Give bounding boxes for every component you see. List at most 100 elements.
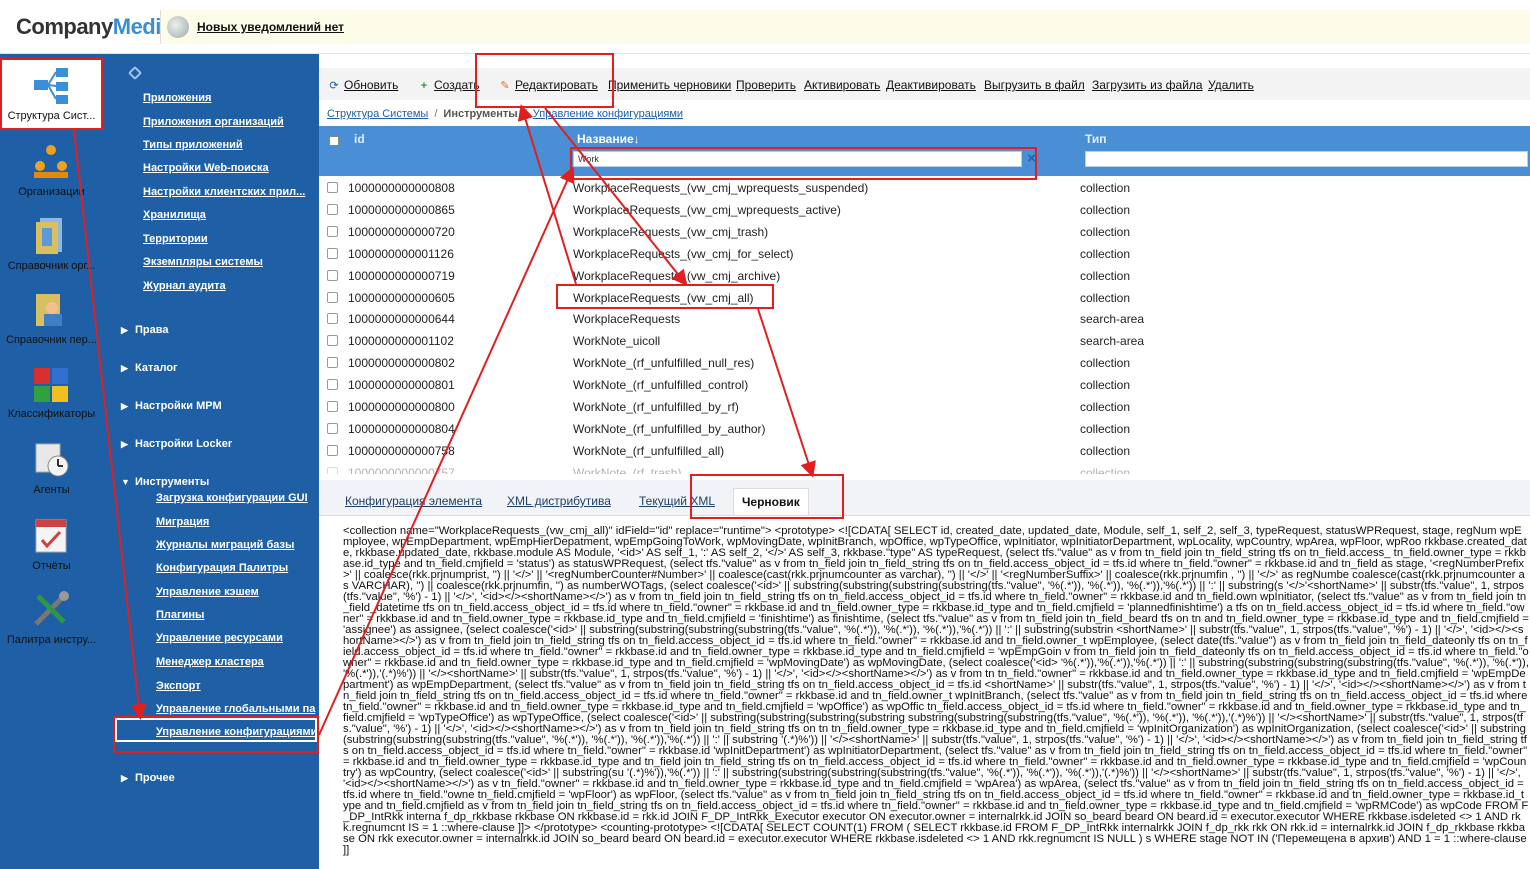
breadcrumb-tools: Инструменты [443,108,518,120]
nav-organizations[interactable]: Организации [0,136,103,208]
nav-group-rights[interactable]: ▶ Права [121,324,168,336]
nav-tool-export[interactable]: Экспорт [156,680,201,692]
nav-group-mrm[interactable]: ▶ Настройки МРМ [121,400,222,412]
column-header-type[interactable]: Тип [1085,132,1107,146]
row-checkbox[interactable] [327,401,338,412]
nav-tool-config-management[interactable]: Управление конфигурациями [156,726,317,738]
tab-draft[interactable]: Черновик [733,488,809,515]
nav-link-storages[interactable]: Хранилища [143,209,206,221]
breadcrumb-config-management[interactable]: Управление конфигурациями [533,108,683,120]
row-checkbox[interactable] [327,466,338,474]
company-logo[interactable]: CompanyMedia [16,14,173,40]
table-row[interactable]: 1000000000000801 WorkNote_(rf_unfulfilled… [319,374,1530,396]
nav-link-applications[interactable]: Приложения [143,92,211,104]
row-checkbox[interactable] [327,357,338,369]
import-file-button[interactable]: Загрузить из файла [1092,78,1203,92]
nav-group-tools[interactable]: ▼ Инструменты [121,476,209,488]
deactivate-button[interactable]: Деактивировать [886,78,976,92]
cell-name: WorkplaceRequests_(vw_cmj_trash) [573,224,769,239]
tab-distribution-xml[interactable]: XML дистрибутива [507,494,611,508]
nav-tool-migration[interactable]: Миграция [156,516,209,528]
cell-type: collection [1080,400,1131,414]
nav-tool-palette[interactable]: Палитра инстру... [0,584,103,656]
create-button[interactable]: + Создать [417,78,480,92]
nav-tool-palette-config[interactable]: Конфигурация Палитры [156,562,288,574]
nav-group-other[interactable]: ▶ Прочее [121,772,175,784]
table-row[interactable]: 1000000000000644 WorkplaceRequests search-… [319,308,1530,330]
cell-type: collection [1080,465,1131,474]
check-button[interactable]: Проверить [736,78,796,92]
row-checkbox[interactable] [327,379,338,391]
table-row[interactable]: 1000000000000758 WorkNote_(rf_unfulfilled… [319,440,1530,462]
table-row[interactable]: 1000000000001102 WorkNote_uicoll search-ar… [319,330,1530,352]
nav-tool-plugins[interactable]: Плагины [156,609,204,621]
xml-draft-content[interactable]: <collection name="WorkplaceRequests_(vw_… [343,526,1529,869]
nav-classifiers[interactable]: Классификаторы [0,358,103,430]
table-row[interactable]: 1000000000000865 WorkplaceRequests_(vw_cm… [319,199,1530,221]
edit-button[interactable]: ✎ Редактировать [498,78,598,92]
apply-drafts-button[interactable]: Применить черновики [608,78,731,92]
nav-link-web-search[interactable]: Настройки Web-поиска [143,162,269,174]
nav-agents[interactable]: Агенты [0,434,103,506]
nav-group-locker[interactable]: ▶ Настройки Locker [121,438,232,450]
table-row[interactable]: 1000000000000804 WorkNote_(rf_unfulfilled… [319,418,1530,440]
table-row[interactable]: 1000000000000720 WorkplaceRequests_(vw_cm… [319,221,1530,243]
nav-tool-resources[interactable]: Управление ресурсами [156,632,283,644]
nav-link-org-applications[interactable]: Приложения организаций [143,116,284,128]
cell-type: collection [1080,181,1131,195]
nav-link-client-app-settings[interactable]: Настройки клиентских прил... [143,186,305,198]
table-row[interactable]: 1000000000000605 WorkplaceRequests_(vw_cm… [319,287,1530,309]
table-row[interactable]: 1000000000001126 WorkplaceRequests_(vw_cm… [319,243,1530,265]
table-row[interactable]: 1000000000000808 WorkplaceRequests_(vw_cm… [319,177,1530,199]
nav-tool-migration-logs[interactable]: Журналы миграций базы [156,539,294,551]
nav-person-directory[interactable]: Справочник пер... [0,284,103,356]
row-checkbox[interactable] [327,269,338,281]
refresh-button[interactable]: ⟳ Обновить [327,78,398,92]
cell-type: collection [1080,421,1131,436]
name-filter-input[interactable]: Work [573,151,1022,167]
cell-id: 1000000000000644 [348,312,455,327]
nav-tool-gui-config[interactable]: Загрузка конфигурации GUI [156,492,308,504]
chevron-right-icon: ▶ [121,325,128,335]
cell-id: 1000000000000802 [348,356,455,371]
type-filter-input[interactable] [1085,151,1528,167]
column-header-id[interactable]: id [354,132,365,146]
nav-link-audit-log[interactable]: Журнал аудита [143,280,226,292]
cell-type: collection [1080,268,1131,283]
table-row[interactable]: 1000000000000757 WorkNote_(rf_trash) colle… [319,462,1530,474]
select-all-checkbox[interactable] [329,136,339,146]
row-checkbox[interactable] [327,247,338,259]
row-checkbox[interactable] [327,444,338,456]
pin-icon[interactable] [127,65,143,81]
clear-filter-icon[interactable]: ✕ [1027,152,1041,166]
nav-link-territories[interactable]: Территории [143,233,208,245]
export-file-button[interactable]: Выгрузить в файл [984,78,1085,92]
notifications-link[interactable]: Новых уведомлений нет [197,20,344,34]
table-row[interactable]: 1000000000000719 WorkplaceRequests_(vw_cm… [319,265,1530,287]
breadcrumb-system-structure[interactable]: Структура Системы [327,108,428,120]
nav-reports[interactable]: Отчёты [0,510,103,582]
nav-link-system-instances[interactable]: Экземпляры системы [143,256,263,268]
row-checkbox[interactable] [327,225,338,237]
table-row[interactable]: 1000000000000802 WorkNote_(rf_unfulfilled… [319,352,1530,374]
row-checkbox[interactable] [327,313,338,325]
row-checkbox[interactable] [327,422,338,434]
table-row[interactable]: 1000000000000800 WorkNote_(rf_unfulfilled… [319,396,1530,418]
nav-group-catalog[interactable]: ▶ Каталог [121,362,178,374]
column-header-name[interactable]: Название↓ [577,132,640,146]
tab-element-config[interactable]: Конфигурация элемента [345,494,482,508]
nav-tool-cache[interactable]: Управление кэшем [156,586,259,598]
activate-button[interactable]: Активировать [804,78,880,92]
row-checkbox[interactable] [327,335,338,347]
row-checkbox[interactable] [327,203,338,215]
row-checkbox[interactable] [327,182,338,193]
tab-current-xml[interactable]: Текущий XML [639,494,715,508]
nav-org-directory[interactable]: Справочник орг... [0,210,103,282]
nav-tool-global-params[interactable]: Управление глобальными па [156,703,315,715]
nav-tool-cluster[interactable]: Менеджер кластера [156,656,264,668]
nav-system-structure[interactable]: Структура Сист... [0,60,103,130]
delete-button[interactable]: Удалить [1208,78,1254,92]
nav-link-app-types[interactable]: Типы приложений [143,139,243,151]
cell-id: 1000000000000865 [348,202,455,217]
row-checkbox[interactable] [327,291,338,303]
